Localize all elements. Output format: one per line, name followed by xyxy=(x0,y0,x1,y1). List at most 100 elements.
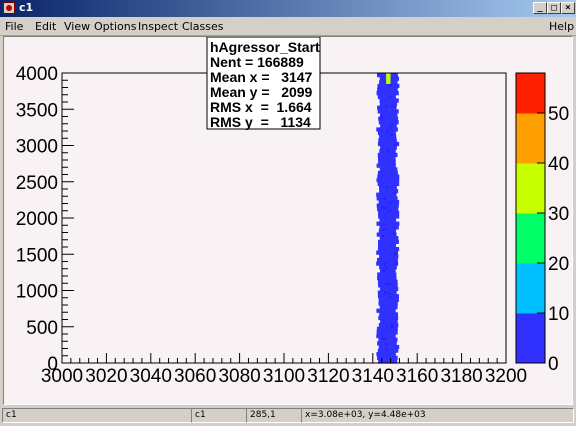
heatmap-cell xyxy=(386,186,389,189)
palette-swatch xyxy=(516,188,545,194)
heatmap-cell xyxy=(376,196,398,201)
heatmap-cell xyxy=(380,123,397,128)
heatmap-cell xyxy=(377,94,396,99)
palette-swatch xyxy=(516,113,545,119)
y-tick-label: 2000 xyxy=(16,209,58,230)
menu-file[interactable]: File xyxy=(5,20,23,33)
menu-bar: File Edit View Options Inspect Classes H… xyxy=(0,17,576,36)
heatmap-cell xyxy=(386,327,389,330)
heatmap-cell xyxy=(376,203,399,208)
palette-swatch xyxy=(516,253,545,259)
palette-swatch xyxy=(516,223,545,229)
menu-edit[interactable]: Edit xyxy=(35,20,56,33)
heatmap-cell xyxy=(377,83,400,89)
menu-options[interactable]: Options xyxy=(94,20,136,33)
heatmap-cell xyxy=(385,223,387,225)
heatmap-cell xyxy=(381,116,383,119)
palette-swatch xyxy=(516,278,545,284)
palette-swatch xyxy=(516,103,545,109)
heatmap-cell xyxy=(379,167,398,172)
heatmap-cell xyxy=(379,98,399,103)
palette-swatch xyxy=(516,178,545,184)
palette-swatch xyxy=(516,343,545,349)
heatmap-cell xyxy=(385,266,388,269)
heatmap-cell xyxy=(376,221,400,226)
heatmap-cell xyxy=(377,276,397,281)
palette-swatch xyxy=(516,263,545,269)
palette-swatch xyxy=(516,168,545,174)
palette-swatch xyxy=(516,153,545,159)
heatmap-cell xyxy=(394,262,397,265)
heatmap-cell xyxy=(379,149,396,154)
heatmap-cell xyxy=(378,323,399,328)
heatmap-cell xyxy=(376,91,399,96)
menu-view[interactable]: View xyxy=(64,20,90,33)
heatmap-cell xyxy=(376,308,396,313)
heatmap-cell xyxy=(388,292,391,295)
stats-mean-x: Mean x = 3147 xyxy=(210,69,313,85)
histogram-plot[interactable]: 3000 3020 3040 3060 3080 3100 3120 3140 3160 3180… xyxy=(4,37,572,404)
palette-swatch xyxy=(516,288,545,294)
heatmap-cell xyxy=(382,269,385,272)
heatmap-cell xyxy=(385,348,388,351)
palette-tick-label: 20 xyxy=(548,254,569,275)
heatmap-cell xyxy=(376,334,396,339)
heatmap-cell xyxy=(379,134,397,139)
y-tick-label: 1500 xyxy=(16,245,58,266)
x-tick-label: 3020 xyxy=(85,366,127,387)
stats-rms-y: RMS y = 1134 xyxy=(210,114,311,130)
palette-tick-label: 50 xyxy=(548,104,569,125)
palette-swatch xyxy=(516,328,545,334)
heatmap-cell xyxy=(379,312,398,317)
palette-swatch xyxy=(516,333,545,339)
heatmap-cell xyxy=(378,315,399,321)
heatmap-cell xyxy=(384,291,387,294)
palette-swatch xyxy=(516,243,545,249)
y-tick-label: 3500 xyxy=(16,100,58,121)
status-canvas-name: c1 xyxy=(2,408,192,423)
palette-swatch xyxy=(516,173,545,179)
palette-swatch xyxy=(516,293,545,299)
heatmap-cell xyxy=(377,152,398,157)
palette-swatch xyxy=(516,318,545,324)
y-axis: 0 500 1000 1500 2000 2500 3000 3500 4000 xyxy=(16,64,74,375)
heatmap-cell xyxy=(376,330,398,335)
heatmap-cell xyxy=(377,348,399,353)
heatmap-cell xyxy=(382,228,385,231)
palette-swatch xyxy=(516,133,545,139)
close-button[interactable]: × xyxy=(561,2,575,14)
minimize-button[interactable]: _ xyxy=(533,2,547,14)
stats-rms-x: RMS x = 1.664 xyxy=(210,99,312,115)
heatmap-cell xyxy=(377,207,399,212)
heatmap-cell xyxy=(378,243,396,248)
palette-swatch xyxy=(516,323,545,329)
x-tick-label: 3120 xyxy=(307,366,349,387)
palette-swatch xyxy=(516,238,545,244)
palette-swatch xyxy=(516,73,545,79)
menu-classes[interactable]: Classes xyxy=(182,20,223,33)
root-canvas[interactable]: 3000 3020 3040 3060 3080 3100 3120 3140 3160 3180… xyxy=(3,36,573,405)
palette-swatch xyxy=(516,273,545,279)
heatmap-cell xyxy=(377,174,400,179)
y-tick-label: 0 xyxy=(47,354,58,375)
heatmap-cell xyxy=(377,290,397,295)
x-tick-label: 3200 xyxy=(485,366,527,387)
heatmap-cell xyxy=(379,265,397,270)
y-tick-label: 500 xyxy=(26,318,58,339)
palette-swatch xyxy=(516,313,545,319)
heatmap-cell xyxy=(389,296,392,299)
palette-swatch xyxy=(516,283,545,289)
heatmap-cell xyxy=(390,324,393,327)
palette-swatch xyxy=(516,83,545,89)
heatmap-cell xyxy=(380,286,399,292)
palette-swatch xyxy=(516,128,545,134)
palette-tick-label: 0 xyxy=(548,354,559,375)
menu-help[interactable]: Help xyxy=(549,20,574,33)
palette-swatch xyxy=(516,298,545,304)
window-title: c1 xyxy=(19,1,34,14)
heatmap-cell xyxy=(389,282,391,285)
menu-inspect[interactable]: Inspect xyxy=(138,20,178,33)
palette-swatch xyxy=(516,138,545,144)
maximize-button[interactable]: □ xyxy=(547,2,561,14)
stats-box[interactable]: hAgressor_Start Nent = 166889 Mean x = 3… xyxy=(206,37,321,130)
